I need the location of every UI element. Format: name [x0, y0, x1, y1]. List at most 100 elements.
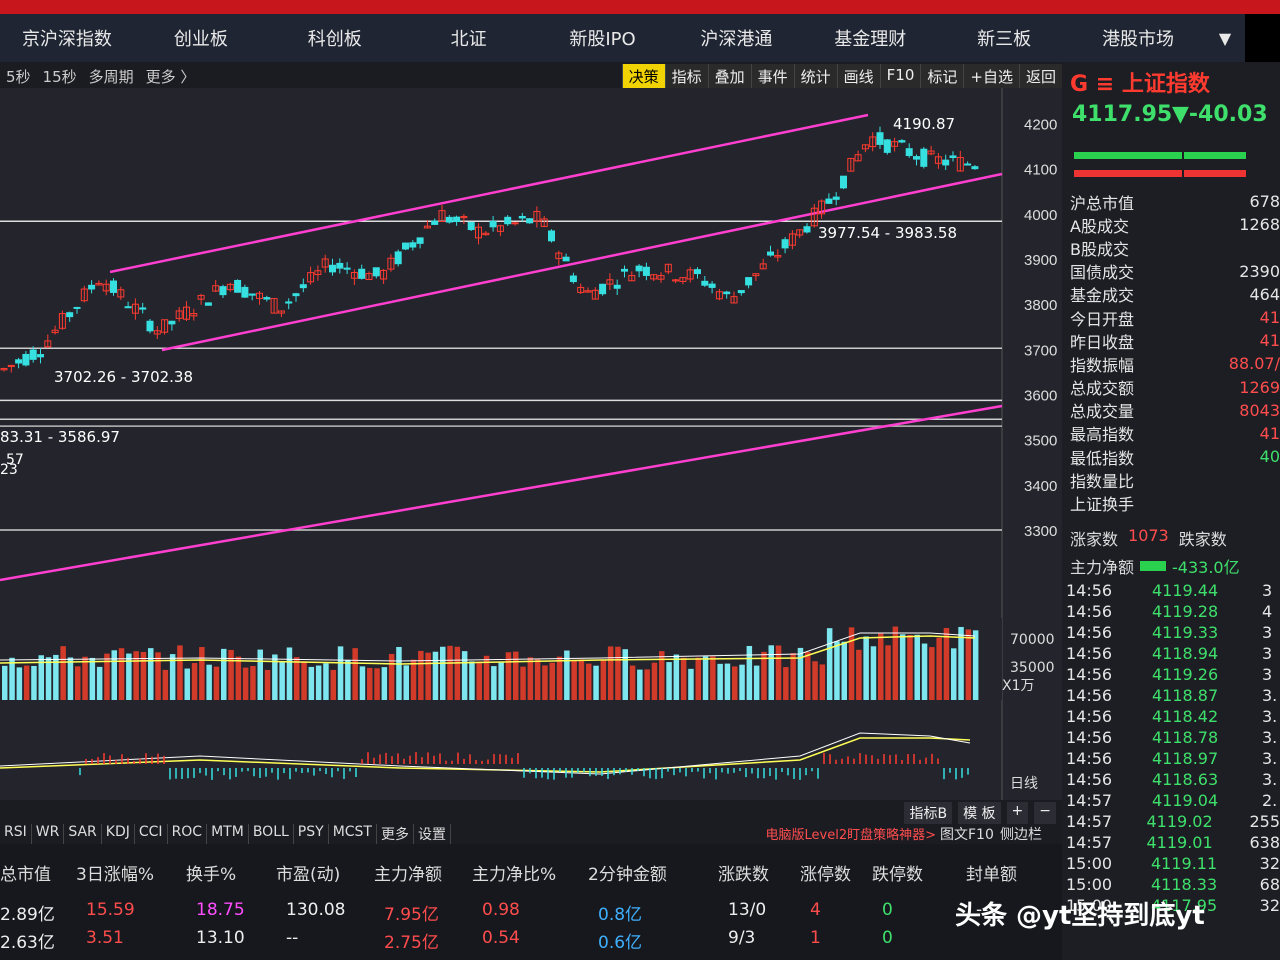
volume-bar	[315, 665, 322, 700]
period-3[interactable]: 更多 〉	[146, 66, 196, 87]
tick-size: 4	[1262, 602, 1273, 621]
indicator-tab-8[interactable]: PSY	[294, 824, 329, 844]
volume-bar	[907, 634, 913, 700]
range-annotation-3: 83.31 - 3586.97	[0, 428, 120, 446]
indicator-right-tab-0[interactable]: 指标B	[904, 802, 953, 824]
nav-tab-1[interactable]: 创业板	[134, 25, 268, 51]
indicator-right-tab-1[interactable]: 模 板	[958, 802, 1001, 824]
volume-bar	[118, 648, 125, 700]
candle-body	[803, 226, 811, 233]
promo-link[interactable]: 电脑版Level2盯盘策略神器>	[766, 824, 936, 843]
tick-row-12: 14:57 4119.01 638	[1066, 832, 1280, 853]
toolbar-button-6[interactable]: F10	[879, 64, 921, 89]
tick-row-5: 14:56 4118.87 3.	[1066, 685, 1280, 706]
volume-bar	[673, 654, 680, 700]
toolbar-button-2[interactable]: 叠加	[707, 64, 751, 89]
candle-body	[336, 262, 344, 269]
tick-price: 4118.42	[1152, 707, 1219, 726]
toolbar-button-3[interactable]: 事件	[750, 64, 794, 89]
volume-bar	[410, 659, 417, 700]
candle-body	[22, 353, 30, 366]
candle-body	[146, 320, 154, 332]
indicator-extra-tab-0[interactable]: 图文F10	[940, 824, 994, 844]
candle-body	[110, 280, 117, 293]
nav-tab-0[interactable]: 京沪深指数	[0, 25, 134, 51]
candle-body	[263, 297, 271, 300]
indicator-tab-0[interactable]: RSI	[0, 824, 32, 844]
indicator-tab-2[interactable]: SAR	[64, 824, 102, 844]
tick-size: 68	[1259, 875, 1280, 894]
nav-tab-4[interactable]: 新股IPO	[536, 25, 670, 51]
period-0[interactable]: 5秒	[6, 66, 31, 87]
volume-bar	[600, 659, 607, 700]
volume-bar	[250, 665, 256, 700]
toolbar-button-9[interactable]: 返回	[1018, 64, 1062, 89]
y-axis-label: 3800	[1024, 297, 1057, 314]
stat-row-0: 沪总市值 678	[1070, 190, 1280, 213]
volume-bar	[688, 668, 694, 700]
indicator-extra-tab-1[interactable]: 侧边栏	[1000, 824, 1042, 844]
indicator-tab-11[interactable]: 设置	[414, 824, 451, 844]
period-2[interactable]: 多周期	[89, 66, 134, 87]
volume-bar	[9, 657, 15, 700]
indicator-right-tab-3[interactable]: −	[1034, 802, 1056, 824]
candle-body	[66, 312, 74, 318]
stat-label: 总成交额	[1070, 379, 1135, 399]
stat-label: 总成交量	[1070, 402, 1135, 422]
nav-tab-3[interactable]: 北证	[402, 25, 536, 51]
candle-body	[445, 216, 453, 223]
volume-bar	[16, 667, 23, 700]
indicator-tab-7[interactable]: BOLL	[249, 824, 294, 844]
toolbar-button-5[interactable]: 画线	[836, 64, 880, 89]
period-1[interactable]: 15秒	[43, 66, 77, 87]
tick-time: 15:00	[1066, 854, 1113, 873]
indicator-tab-1[interactable]: WR	[32, 824, 65, 844]
tick-price: 4118.33	[1150, 875, 1218, 894]
kline-chart[interactable]: 4200 4100 4000 3900 3800 3700 3600 3500 3400 3300…	[0, 88, 1062, 800]
nav-tab-7[interactable]: 新三板	[937, 25, 1071, 51]
volume-bar	[520, 666, 526, 700]
candle-body	[701, 280, 709, 286]
stat-label: 今日开盘	[1070, 309, 1135, 329]
candle-body	[548, 230, 555, 242]
volume-bar	[578, 659, 585, 700]
tick-row-11: 14:57 4119.02 255	[1066, 811, 1280, 832]
indicator-tab-6[interactable]: MTM	[207, 824, 249, 844]
toolbar-button-1[interactable]: 指标	[664, 64, 708, 89]
toolbar-button-8[interactable]: +自选	[963, 64, 1019, 89]
toolbar-button-7[interactable]: 标记	[920, 64, 964, 89]
stat-label: B股成交	[1070, 239, 1129, 259]
indicator-tab-10[interactable]: 更多	[377, 824, 414, 844]
indicator-tab-9[interactable]: MCST	[329, 824, 377, 844]
volume-bar	[403, 665, 409, 700]
table-header-8: 涨停数	[800, 865, 851, 885]
volume-bar	[542, 665, 548, 700]
tick-row-10: 14:57 4119.04 2.	[1066, 790, 1280, 811]
nav-dropdown-icon[interactable]: ▼	[1205, 29, 1245, 48]
index-prefix: G ≡	[1070, 72, 1115, 97]
volume-bar	[899, 634, 906, 700]
index-title[interactable]: G ≡ 上证指数	[1070, 66, 1210, 98]
nav-tab-6[interactable]: 基金理财	[803, 25, 937, 51]
volume-tick: 70000	[1010, 632, 1055, 648]
toolbar-button-4[interactable]: 统计	[793, 64, 837, 89]
volume-bar	[936, 637, 942, 700]
indicator-right-tab-2[interactable]: +	[1006, 802, 1029, 824]
toolbar-button-0[interactable]: 决策	[621, 64, 665, 89]
volume-bar	[615, 646, 621, 700]
indicator-tab-5[interactable]: ROC	[168, 824, 208, 844]
candle-body	[635, 265, 643, 272]
y-axis-label: 3700	[1024, 342, 1057, 359]
candle-body	[745, 277, 753, 286]
volume-bar	[914, 634, 920, 700]
nav-tab-2[interactable]: 科创板	[268, 25, 402, 51]
indicator-tab-3[interactable]: KDJ	[102, 824, 135, 844]
volume-bar	[345, 659, 351, 700]
tick-size: 3.	[1262, 728, 1278, 747]
indicator-tab-4[interactable]: CCI	[135, 824, 168, 844]
volume-bar	[775, 645, 782, 700]
table-cell: 0.54	[482, 928, 520, 948]
nav-tab-5[interactable]: 沪深港通	[669, 25, 803, 51]
nav-tab-8[interactable]: 港股市场	[1071, 25, 1205, 51]
stat-row-13: 上证换手	[1070, 491, 1280, 514]
